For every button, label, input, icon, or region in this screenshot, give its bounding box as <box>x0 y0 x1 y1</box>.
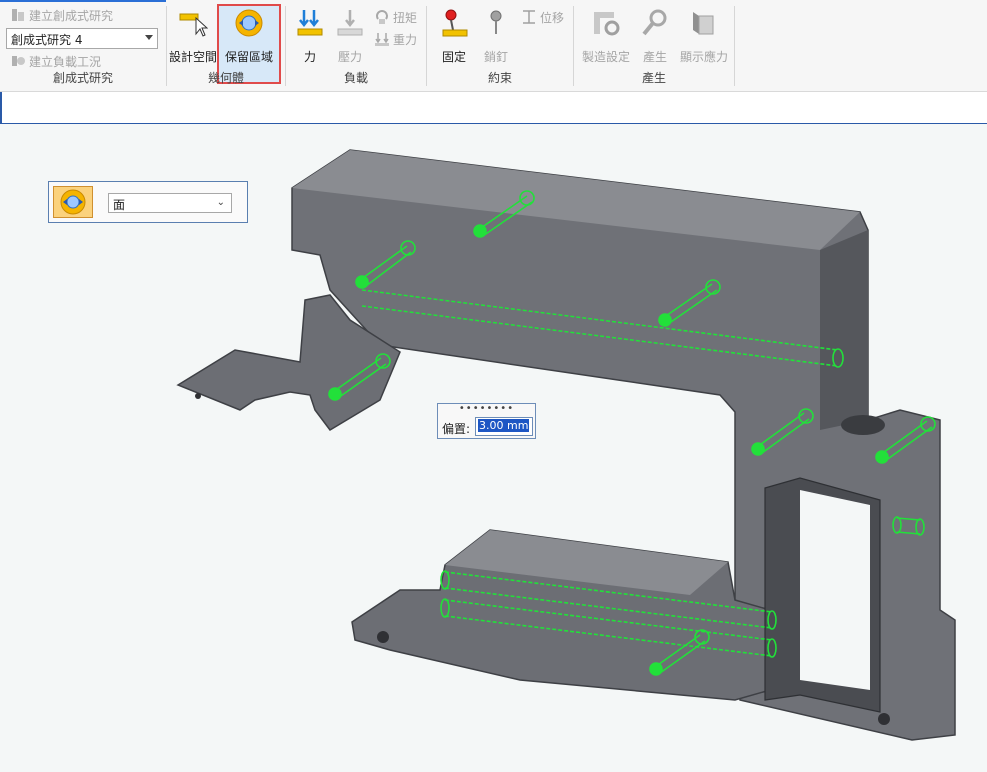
design-space-icon <box>179 13 208 37</box>
loads-group: 力 壓力 扭矩 重力 負載 <box>286 0 426 92</box>
pressure-label: 壓力 <box>337 50 362 64</box>
create-load-case-label: 建立負載工況 <box>29 54 102 69</box>
torque-icon <box>376 10 388 24</box>
force-label: 力 <box>303 50 316 64</box>
selection-type-value: 面 <box>113 198 126 212</box>
preserve-region-step-button[interactable] <box>53 186 93 218</box>
study-select[interactable]: 創成式研究 4 <box>6 28 158 49</box>
show-stress-label: 顯示應力 <box>679 50 728 64</box>
create-load-case-button[interactable]: 建立負載工況 <box>10 52 101 70</box>
hole <box>195 393 201 399</box>
pin-button[interactable]: 銷釘 <box>475 4 517 68</box>
top-hole <box>841 415 885 435</box>
fixed-label: 固定 <box>441 50 466 64</box>
torque-button[interactable]: 扭矩 <box>374 8 417 26</box>
chevron-down-icon <box>145 35 153 40</box>
offset-dynamic-input: •••••••• 偏置: 3.00 mm <box>437 403 536 439</box>
selection-type-select[interactable]: 面 ⌄ <box>108 193 232 213</box>
loads-group-label: 負載 <box>343 71 368 85</box>
torque-label: 扭矩 <box>393 10 418 25</box>
force-button[interactable]: 力 <box>290 4 330 68</box>
study-group: 建立創成式研究 創成式研究 4 建立負載工況 創成式研究 <box>0 0 166 92</box>
design-space-button[interactable]: 設計空間 <box>167 4 219 68</box>
fixed-button[interactable]: 固定 <box>433 4 475 68</box>
generate-group: 製造設定 產生 顯示應力 產生 <box>574 0 734 92</box>
pressure-icon <box>337 10 363 36</box>
pressure-button[interactable]: 壓力 <box>330 4 370 68</box>
geometry-group-label: 幾何體 <box>207 71 244 85</box>
gravity-button[interactable]: 重力 <box>374 30 417 48</box>
create-study-label: 建立創成式研究 <box>29 8 114 23</box>
displacement-icon <box>523 10 535 24</box>
gravity-icon <box>375 33 389 46</box>
generate-button[interactable]: 產生 <box>636 4 674 68</box>
ribbon-separator <box>734 6 735 86</box>
fixed-pin-icon <box>442 9 468 37</box>
preserve-region-icon <box>60 189 86 215</box>
displacement-label: 位移 <box>540 10 565 25</box>
chevron-down-icon: ⌄ <box>216 197 225 208</box>
generate-icon <box>642 9 667 36</box>
drag-handle[interactable]: •••••••• <box>438 403 535 414</box>
show-stress-button[interactable]: 顯示應力 <box>676 4 732 68</box>
selection-panel: 面 ⌄ <box>48 181 248 223</box>
create-study-icon <box>12 9 24 21</box>
manufacturing-settings-button[interactable]: 製造設定 <box>578 4 634 68</box>
design-space-label: 設計空間 <box>168 50 217 64</box>
offset-label: 偏置: <box>442 422 471 436</box>
column-window-opening <box>800 490 870 690</box>
study-select-value: 創成式研究 4 <box>11 33 83 47</box>
generate-group-label: 產生 <box>641 71 666 85</box>
pin-label: 銷釘 <box>483 50 508 64</box>
pin-icon <box>490 10 502 34</box>
force-icon <box>297 10 323 36</box>
manufacturing-settings-label: 製造設定 <box>581 50 630 64</box>
displacement-button[interactable]: 位移 <box>521 8 564 26</box>
hole <box>878 713 890 725</box>
generate-label: 產生 <box>642 50 667 64</box>
preserve-region-label: 保留區域 <box>224 50 273 64</box>
manufacturing-settings-icon <box>594 12 620 36</box>
create-study-button[interactable]: 建立創成式研究 <box>10 6 113 24</box>
preserve-region-button[interactable]: 保留區域 <box>219 4 279 68</box>
offset-value: 3.00 mm <box>478 419 530 432</box>
constraints-group-label: 約束 <box>487 71 512 85</box>
study-group-label: 創成式研究 <box>52 71 113 85</box>
hole <box>377 631 389 643</box>
show-stress-icon <box>693 12 714 35</box>
command-bar <box>0 92 987 124</box>
ribbon: 建立創成式研究 創成式研究 4 建立負載工況 創成式研究 設計空間 保留區域 幾… <box>0 0 987 92</box>
load-case-icon <box>12 56 25 66</box>
offset-input[interactable]: 3.00 mm <box>475 417 533 436</box>
geometry-group: 設計空間 保留區域 幾何體 <box>167 0 285 92</box>
gravity-label: 重力 <box>393 32 418 47</box>
preserve-region-icon <box>235 9 263 37</box>
constraints-group: 固定 銷釘 位移 約束 <box>427 0 573 92</box>
part-side-face <box>820 230 868 430</box>
